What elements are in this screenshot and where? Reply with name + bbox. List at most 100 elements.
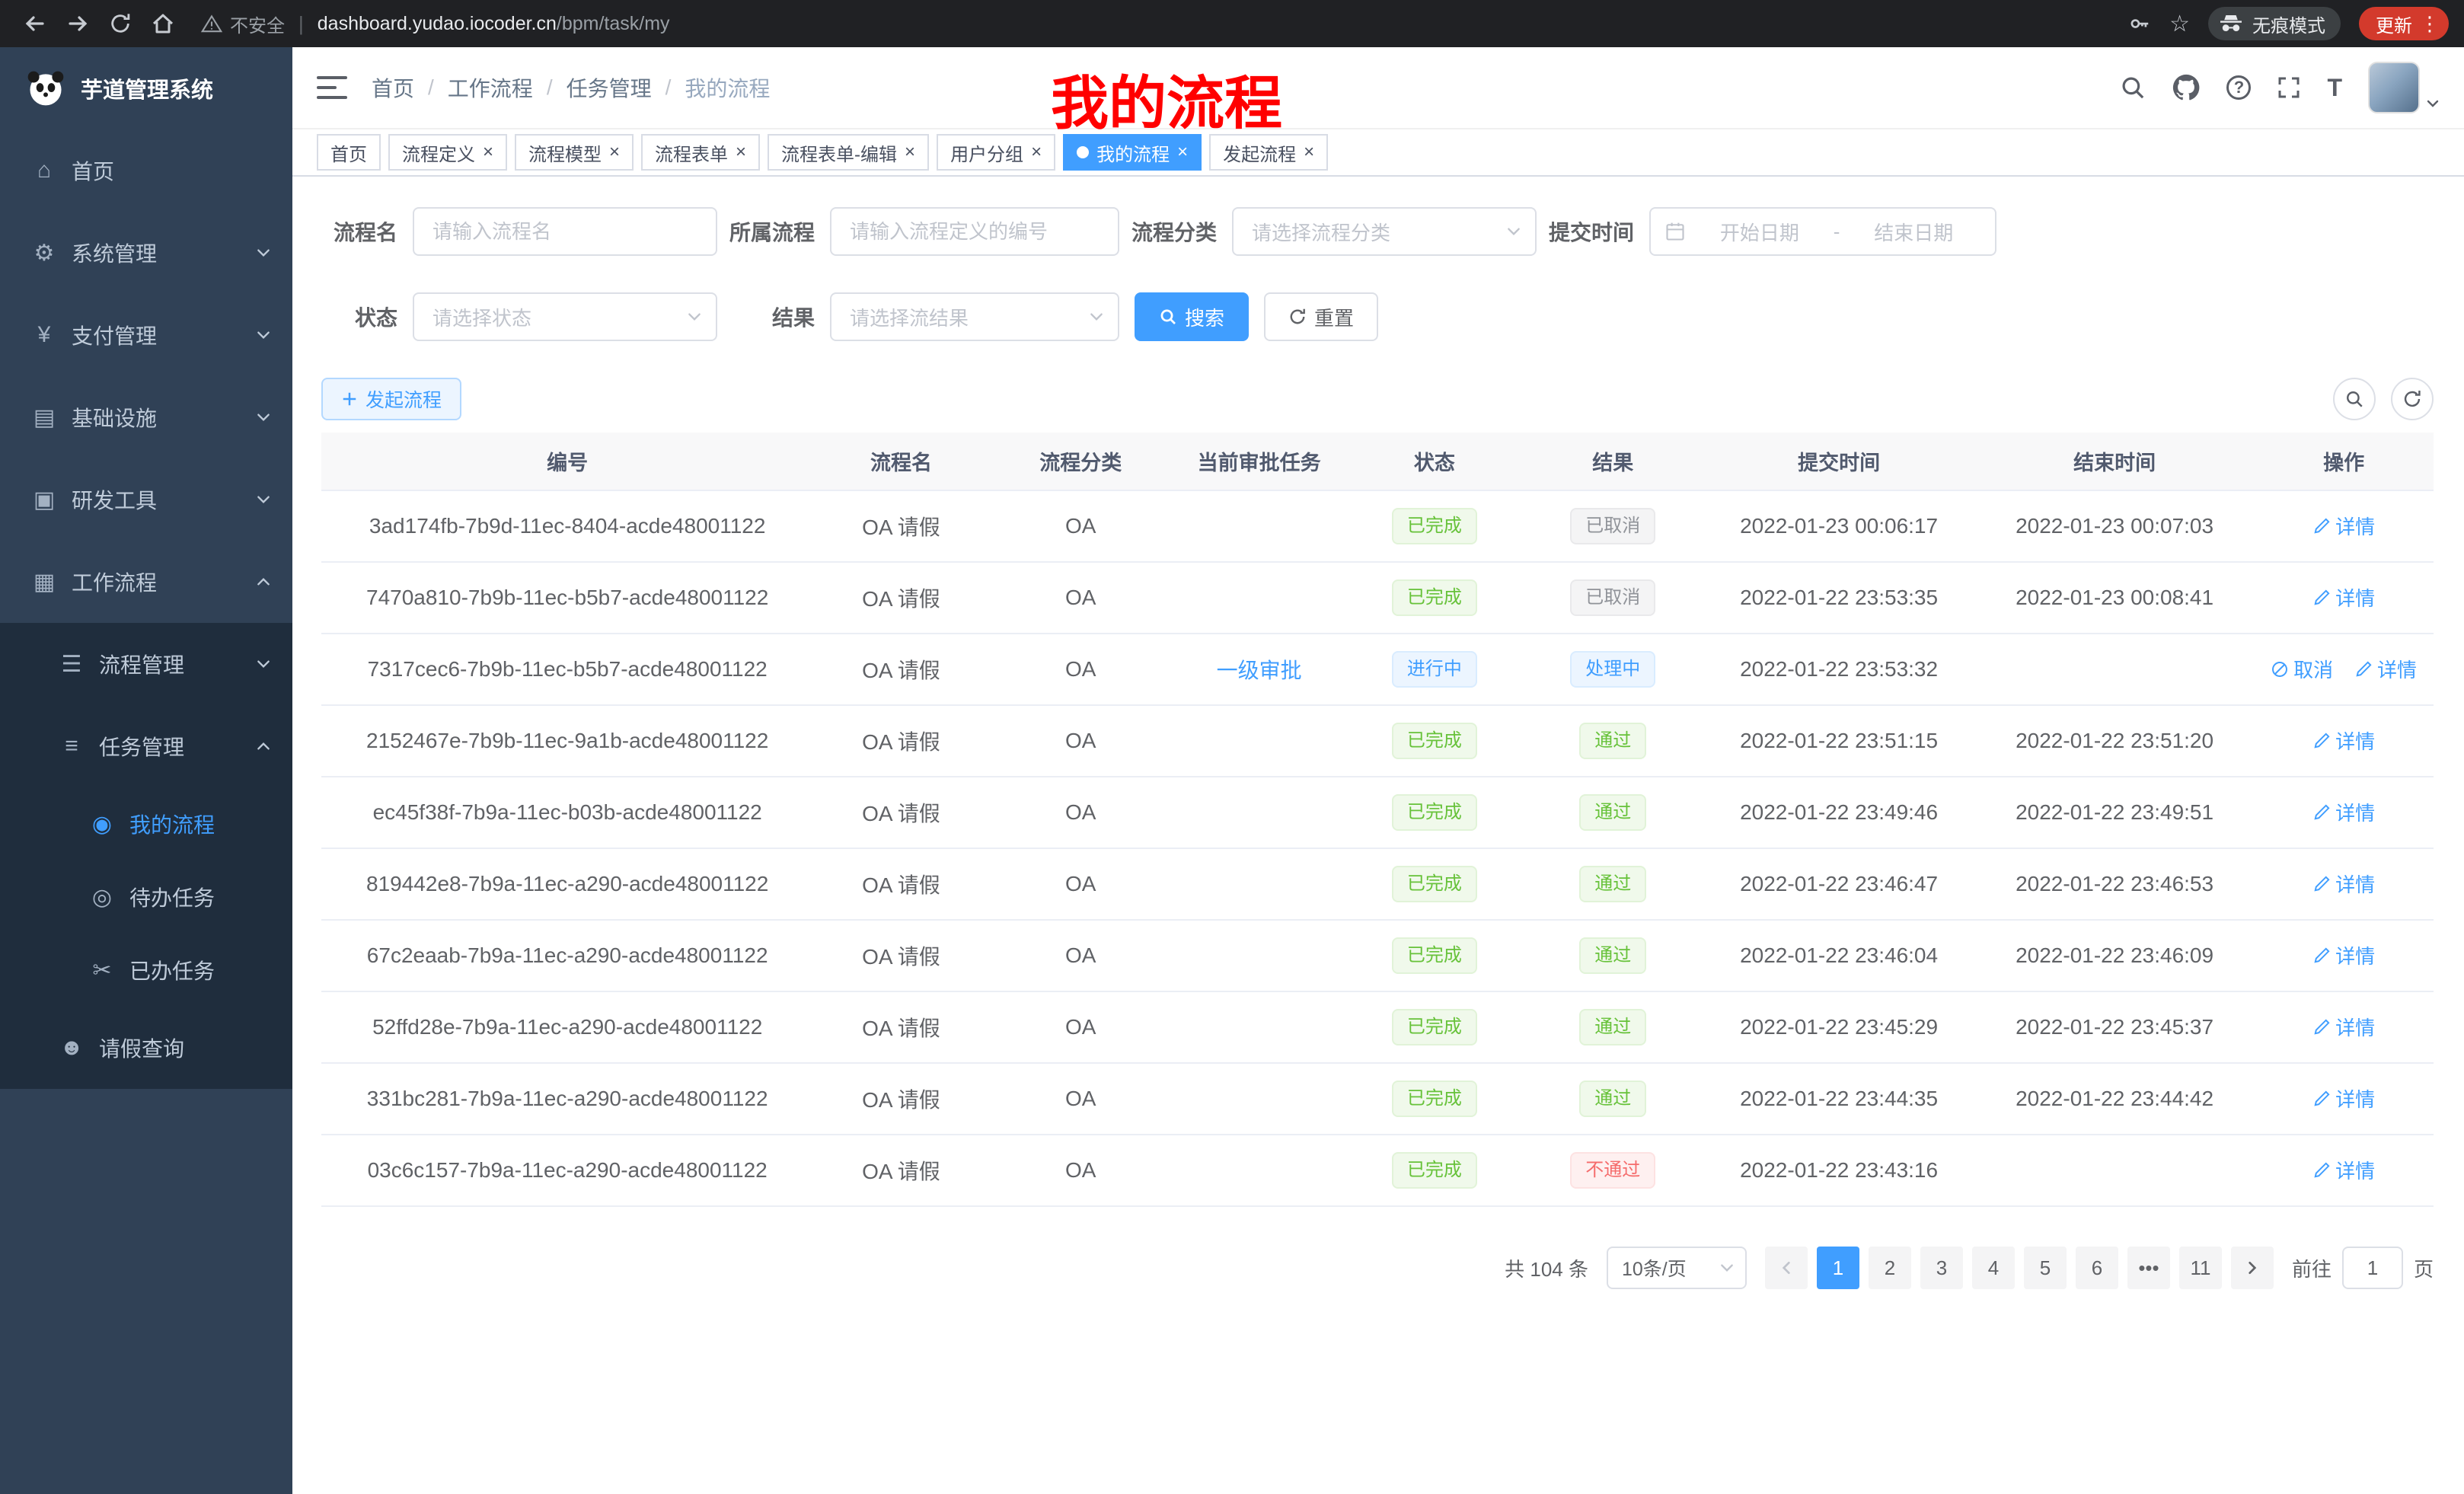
search-icon[interactable] (2120, 75, 2146, 101)
date-end-placeholder[interactable]: 结束日期 (1846, 218, 1981, 246)
tab-process-definition[interactable]: 流程定义× (388, 134, 507, 171)
start-process-button[interactable]: 发起流程 (321, 378, 461, 420)
breadcrumb-home[interactable]: 首页 (372, 72, 414, 103)
page-button[interactable]: 2 (1869, 1247, 1911, 1289)
tab-process-form-edit[interactable]: 流程表单-编辑× (768, 134, 929, 171)
app-logo[interactable]: 芋道管理系统 (0, 47, 292, 129)
status-badge: 已完成 (1392, 723, 1477, 759)
key-icon[interactable] (2128, 12, 2151, 35)
detail-link[interactable]: 详情 (2312, 798, 2375, 826)
font-size-icon[interactable]: T (2327, 74, 2342, 102)
next-page-icon[interactable] (2231, 1247, 2274, 1289)
url-separator: | (298, 12, 304, 36)
page-button[interactable]: 6 (2076, 1247, 2118, 1289)
col-process-name: 流程名 (813, 433, 988, 490)
forward-icon[interactable] (58, 5, 97, 42)
url-path: /bpm/task/my (557, 13, 670, 34)
sidebar-item-done-tasks[interactable]: ✂ 已办任务 (0, 934, 292, 1007)
back-icon[interactable] (15, 5, 55, 42)
page-button[interactable]: 4 (1972, 1247, 2015, 1289)
tab-process-form[interactable]: 流程表单× (641, 134, 760, 171)
date-start-placeholder[interactable]: 开始日期 (1692, 218, 1827, 246)
hamburger-icon[interactable] (317, 74, 347, 101)
sidebar-item-my-processes[interactable]: ◉ 我的流程 (0, 787, 292, 860)
prev-page-icon[interactable] (1765, 1247, 1808, 1289)
status-select[interactable]: 请选择状态 (413, 292, 717, 341)
search-button[interactable]: 搜索 (1135, 292, 1249, 341)
submit-time-range-picker[interactable]: 开始日期 - 结束日期 (1649, 207, 1996, 256)
address-bar[interactable]: dashboard.yudao.iocoder.cn/bpm/task/my (318, 13, 670, 35)
detail-link[interactable]: 详情 (2312, 583, 2375, 611)
refresh-table-icon[interactable] (2391, 378, 2434, 420)
detail-link[interactable]: 详情 (2312, 726, 2375, 755)
breadcrumb-task-management[interactable]: 任务管理 (567, 72, 652, 103)
sidebar-item-infrastructure[interactable]: ▤ 基础设施 (0, 376, 292, 458)
avatar[interactable] (2368, 62, 2420, 113)
result-select[interactable]: 请选择流结果 (830, 292, 1119, 341)
close-icon[interactable]: × (1177, 143, 1188, 161)
col-result: 结果 (1523, 433, 1703, 490)
user-menu[interactable] (2368, 62, 2440, 113)
security-indicator[interactable]: 不安全 (201, 11, 285, 37)
sidebar-item-system[interactable]: ⚙ 系统管理 (0, 212, 292, 294)
current-task-link[interactable]: 一级审批 (1217, 659, 1302, 682)
bookmark-star-icon[interactable]: ☆ (2169, 11, 2190, 37)
tab-process-model[interactable]: 流程模型× (515, 134, 634, 171)
detail-link[interactable]: 详情 (2312, 1156, 2375, 1184)
page-size-select[interactable]: 10条/页 (1607, 1247, 1747, 1289)
tab-user-group[interactable]: 用户分组× (937, 134, 1055, 171)
chevron-up-icon (256, 739, 271, 754)
cancel-link[interactable]: 取消 (2271, 655, 2333, 683)
sidebar-item-payment[interactable]: ¥ 支付管理 (0, 294, 292, 376)
sidebar-item-leave-query[interactable]: ☻ 请假查询 (0, 1007, 292, 1089)
tab-home[interactable]: 首页 (317, 134, 381, 171)
chevron-up-icon (256, 574, 271, 589)
process-name-input[interactable] (413, 207, 717, 256)
toggle-search-icon[interactable] (2333, 378, 2376, 420)
security-label: 不安全 (230, 11, 285, 37)
sidebar-item-workflow[interactable]: ▦ 工作流程 (0, 541, 292, 623)
close-icon[interactable]: × (736, 143, 746, 161)
chevron-down-icon (256, 410, 271, 425)
page-button[interactable]: 1 (1817, 1247, 1859, 1289)
page-button[interactable]: 11 (2179, 1247, 2222, 1289)
detail-link[interactable]: 详情 (2354, 655, 2417, 683)
sidebar-item-task-management[interactable]: ≡ 任务管理 (0, 705, 292, 787)
process-definition-input[interactable] (830, 207, 1119, 256)
more-pages-icon[interactable]: ••• (2127, 1247, 2170, 1289)
sidebar-item-process-management[interactable]: ☰ 流程管理 (0, 623, 292, 705)
sidebar-item-devtools[interactable]: ▣ 研发工具 (0, 458, 292, 541)
close-icon[interactable]: × (609, 143, 620, 161)
sidebar-item-home[interactable]: ⌂ 首页 (0, 129, 292, 212)
close-icon[interactable]: × (1031, 143, 1042, 161)
incognito-badge[interactable]: 无痕模式 (2208, 7, 2341, 40)
breadcrumb-workflow[interactable]: 工作流程 (448, 72, 533, 103)
browser-toolbar-right: ☆ 无痕模式 更新 ⋮ (2128, 7, 2449, 40)
page-button[interactable]: 5 (2024, 1247, 2067, 1289)
person-icon: ☻ (58, 1035, 85, 1061)
update-button[interactable]: 更新 ⋮ (2359, 7, 2449, 40)
fullscreen-icon[interactable] (2277, 75, 2301, 100)
home-icon[interactable] (143, 5, 183, 42)
reload-icon[interactable] (101, 5, 140, 42)
detail-link[interactable]: 详情 (2312, 1084, 2375, 1113)
browser-menu-icon[interactable]: ⋮ (2420, 12, 2440, 36)
goto-page-input[interactable] (2342, 1247, 2403, 1289)
help-icon[interactable]: ? (2226, 75, 2251, 100)
detail-link[interactable]: 详情 (2312, 870, 2375, 898)
detail-link[interactable]: 详情 (2312, 941, 2375, 969)
page-button[interactable]: 3 (1920, 1247, 1963, 1289)
reset-button[interactable]: 重置 (1264, 292, 1378, 341)
filter-process-definition: 所属流程 (729, 207, 1119, 256)
goto-label: 前往 (2292, 1254, 2332, 1282)
chevron-down-icon (256, 492, 271, 507)
close-icon[interactable]: × (483, 143, 493, 161)
process-category-select[interactable]: 请选择流程分类 (1232, 207, 1537, 256)
detail-link[interactable]: 详情 (2312, 512, 2375, 540)
close-icon[interactable]: × (1304, 143, 1314, 161)
close-icon[interactable]: × (905, 143, 915, 161)
detail-link[interactable]: 详情 (2312, 1013, 2375, 1041)
table-toolbar-right (2333, 378, 2434, 420)
github-icon[interactable] (2172, 73, 2201, 102)
sidebar-item-todo-tasks[interactable]: ◎ 待办任务 (0, 860, 292, 934)
